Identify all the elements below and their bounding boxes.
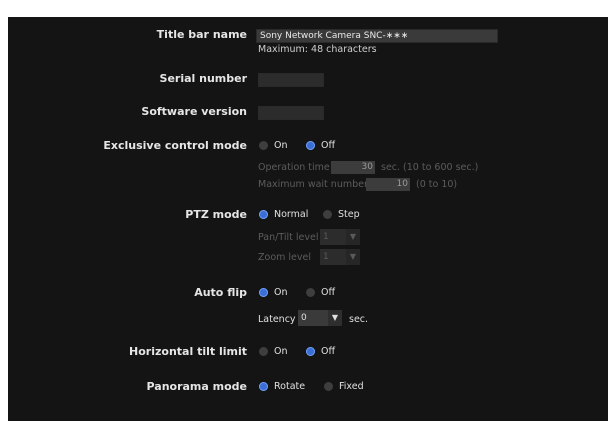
radio-selected-icon	[259, 210, 268, 219]
horizontal-tilt-limit-label: Horizontal tilt limit	[129, 345, 247, 358]
radio-unselected-icon	[259, 141, 268, 150]
latency-unit: sec.	[349, 314, 369, 325]
serial-number-field	[258, 73, 324, 87]
chevron-down-icon: ▼	[346, 249, 360, 265]
title-bar-name-hint: Maximum: 48 characters	[258, 44, 377, 55]
max-wait-label: Maximum wait number	[258, 179, 368, 190]
panorama-mode-label: Panorama mode	[146, 380, 248, 393]
chevron-down-icon: ▼	[346, 229, 360, 245]
horizontal-tilt-on-label: On	[274, 346, 288, 357]
software-version-field	[258, 106, 324, 120]
radio-unselected-icon	[323, 210, 332, 219]
zoom-level-label: Zoom level	[258, 252, 311, 263]
title-bar-name-label: Title bar name	[156, 28, 247, 41]
panorama-fixed-radio[interactable]: Fixed	[324, 381, 364, 392]
latency-value: 0	[298, 310, 328, 326]
auto-flip-off-label: Off	[321, 287, 336, 298]
radio-selected-icon	[259, 382, 268, 391]
zoom-level-value: 1	[320, 249, 346, 265]
radio-unselected-icon	[324, 382, 333, 391]
radio-selected-icon	[306, 347, 315, 356]
horizontal-tilt-on-radio[interactable]: On	[259, 346, 288, 357]
max-wait-range: (0 to 10)	[416, 179, 458, 190]
operation-time-label: Operation time	[258, 162, 330, 173]
auto-flip-label: Auto flip	[194, 286, 247, 299]
panorama-fixed-label: Fixed	[339, 381, 364, 392]
panorama-rotate-label: Rotate	[274, 381, 306, 392]
max-wait-input[interactable]: 10	[366, 178, 410, 191]
latency-select[interactable]: 0 ▼	[298, 310, 342, 326]
auto-flip-off-radio[interactable]: Off	[306, 287, 335, 298]
operation-time-unit: sec. (10 to 600 sec.)	[381, 162, 479, 173]
ptz-step-radio[interactable]: Step	[323, 209, 360, 220]
exclusive-control-off-radio[interactable]: Off	[306, 140, 335, 151]
chevron-down-icon: ▼	[328, 310, 342, 326]
latency-label: Latency	[258, 314, 296, 325]
exclusive-control-on-label: On	[274, 140, 288, 151]
ptz-normal-radio[interactable]: Normal	[259, 209, 308, 220]
operation-time-input[interactable]: 30	[331, 161, 375, 174]
title-bar-name-input[interactable]: Sony Network Camera SNC-∗∗∗	[256, 29, 498, 43]
pan-tilt-level-label: Pan/Tilt level	[258, 232, 319, 243]
radio-unselected-icon	[259, 347, 268, 356]
radio-selected-icon	[259, 288, 268, 297]
exclusive-control-label: Exclusive control mode	[103, 139, 247, 152]
panorama-rotate-radio[interactable]: Rotate	[259, 381, 305, 392]
ptz-step-label: Step	[338, 209, 360, 220]
ptz-mode-label: PTZ mode	[185, 208, 247, 221]
radio-selected-icon	[306, 141, 315, 150]
serial-number-label: Serial number	[159, 72, 247, 85]
exclusive-control-off-label: Off	[321, 140, 336, 151]
ptz-normal-label: Normal	[274, 209, 309, 220]
pan-tilt-level-value: 1	[320, 229, 346, 245]
zoom-level-select[interactable]: 1 ▼	[320, 249, 360, 265]
auto-flip-on-label: On	[274, 287, 288, 298]
horizontal-tilt-off-label: Off	[321, 346, 336, 357]
auto-flip-on-radio[interactable]: On	[259, 287, 288, 298]
software-version-label: Software version	[141, 105, 247, 118]
horizontal-tilt-off-radio[interactable]: Off	[306, 346, 335, 357]
radio-unselected-icon	[306, 288, 315, 297]
exclusive-control-on-radio[interactable]: On	[259, 140, 288, 151]
pan-tilt-level-select[interactable]: 1 ▼	[320, 229, 360, 245]
